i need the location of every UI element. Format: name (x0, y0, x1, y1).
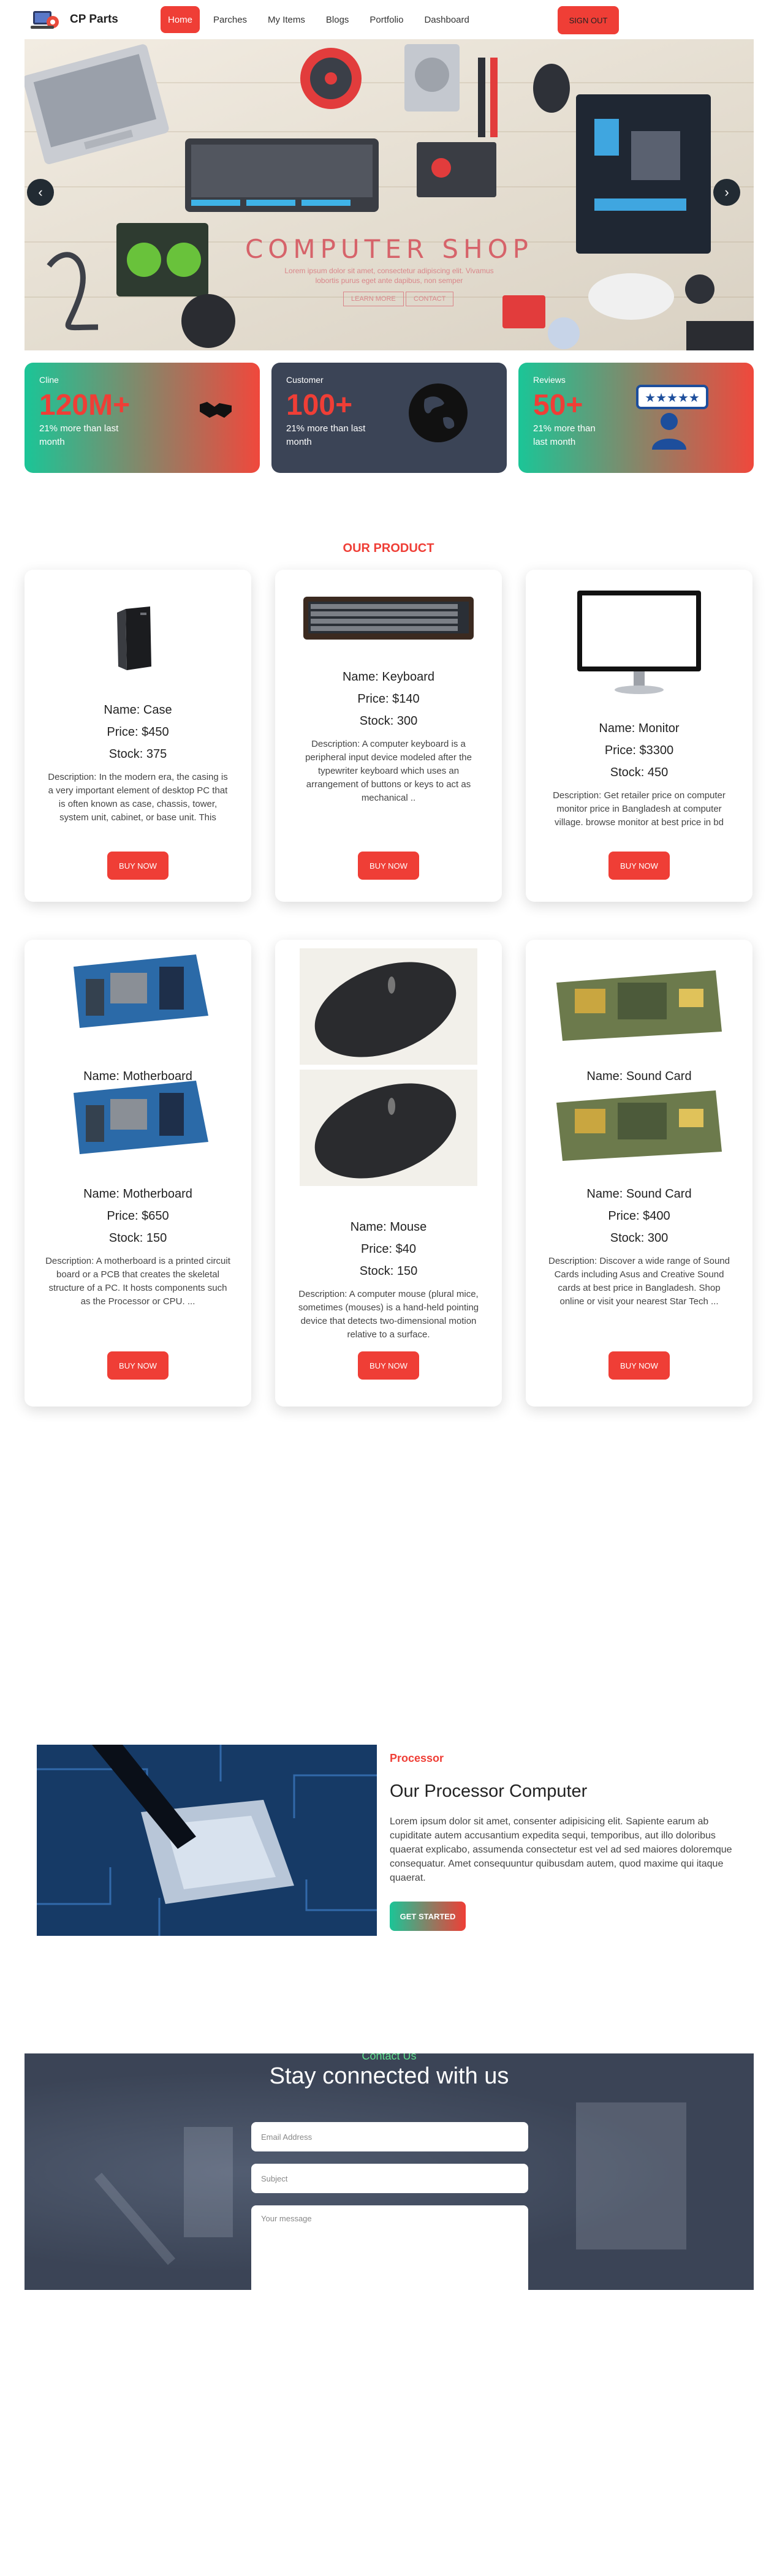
case-image (117, 606, 151, 670)
nav-menu: Home Parches My Items Blogs Portfolio Da… (161, 6, 477, 33)
products-title: OUR PRODUCT (343, 542, 434, 555)
learn-more-button[interactable]: LEARN MORE (343, 292, 404, 306)
product-stock: Stock: 150 (108, 1231, 167, 1245)
processor-text: Lorem ipsum dolor sit amet, consenter ad… (390, 1816, 732, 1883)
sign-out-button[interactable]: SIGN OUT (558, 6, 619, 34)
stat-label: Cline (39, 375, 59, 385)
product-card-monitor: Name: Monitor Price: $3300 Stock: 450 De… (526, 570, 752, 902)
contact-section: Contact Us Stay connected with us (25, 2053, 754, 2290)
product-card-keyboard: Name: Keyboard Price: $140 Stock: 300 De… (275, 570, 502, 902)
nav-item-parches[interactable]: Parches (206, 6, 254, 33)
product-card-sound-card: Name: Sound Card Name: Sound Card Price:… (526, 940, 752, 1407)
stat-card-cline: Cline 120M+ 21% more than last month (25, 363, 260, 473)
product-price: Price: $650 (107, 1209, 169, 1223)
email-field[interactable] (251, 2122, 528, 2151)
brand-name: CP Parts (70, 13, 118, 26)
carousel-next-button[interactable]: › (713, 179, 740, 206)
nav-item-my-items[interactable]: My Items (260, 6, 313, 33)
product-price: Price: $400 (608, 1209, 670, 1223)
product-card-motherboard: Name: Motherboard Name: Motherboard Pric… (25, 940, 251, 1407)
motherboard-image-1 (74, 954, 208, 1028)
message-field[interactable] (251, 2205, 528, 2290)
product-stock: Stock: 150 (359, 1264, 418, 1278)
hero-subtitle-line-1: Lorem ipsum dolor sit amet, consectetur … (284, 266, 494, 275)
buy-now-button[interactable]: BUY NOW (358, 852, 419, 880)
product-stock: Stock: 375 (108, 747, 167, 761)
nav-item-dashboard[interactable]: Dashboard (417, 6, 476, 33)
contact-tag: Contact Us (362, 2053, 417, 2062)
hero-subtitle: Lorem ipsum dolor sit amet, consectetur … (25, 266, 754, 285)
brand-logo-icon (29, 7, 61, 32)
product-price: Price: $3300 (604, 744, 674, 757)
stat-note: 21% more than last month (533, 423, 596, 447)
product-description: Description: Get retailer price on compu… (553, 790, 726, 828)
monitor-image (577, 591, 701, 694)
motherboard-image-2 (74, 1081, 208, 1154)
stat-card-reviews: Reviews 50+ 21% more than last month ★★★… (518, 363, 754, 473)
nav-item-home[interactable]: Home (161, 6, 200, 33)
subject-field[interactable] (251, 2164, 528, 2193)
contact-title: Stay connected with us (269, 2063, 509, 2089)
product-name-image-caption: Name: Sound Card (586, 1070, 692, 1083)
sound-card-image-1 (556, 970, 722, 1041)
processor-title: Our Processor Computer (390, 1781, 588, 1801)
product-price: Price: $140 (357, 692, 420, 706)
product-name: Name: Keyboard (342, 670, 435, 684)
product-description: Description: Discover a wide range of So… (548, 1256, 730, 1307)
mouse-image-1 (300, 948, 477, 1065)
product-price: Price: $40 (360, 1242, 417, 1256)
stat-note: 21% more than last month (39, 423, 119, 447)
svg-text:★★★★★: ★★★★★ (645, 390, 700, 405)
product-stock: Stock: 300 (359, 714, 418, 728)
hero-subtitle-line-2: lobortis purus eget ante dapibus, non se… (315, 276, 463, 285)
nav-item-portfolio[interactable]: Portfolio (362, 6, 411, 33)
keyboard-image (303, 597, 474, 640)
chevron-left-icon: ‹ (38, 184, 43, 200)
brand[interactable]: CP Parts (29, 7, 118, 32)
navbar: CP Parts Home Parches My Items Blogs Por… (0, 0, 777, 39)
sound-card-image-2 (556, 1090, 722, 1161)
product-description: Description: A computer mouse (plural mi… (298, 1289, 479, 1340)
product-name: Name: Sound Card (586, 1187, 692, 1201)
product-stock: Stock: 300 (610, 1231, 669, 1245)
product-price: Price: $450 (107, 725, 169, 739)
product-card-mouse: Name: Mouse Price: $40 Stock: 150 Descri… (275, 940, 502, 1407)
product-description: Description: In the modern era, the casi… (48, 772, 228, 823)
mouse-image-2 (300, 1070, 477, 1186)
hero-title: COMPUTER SHOP (244, 234, 534, 264)
stat-note: 21% more than last month (286, 423, 366, 447)
globe-icon (409, 383, 468, 442)
nav-item-blogs[interactable]: Blogs (319, 6, 357, 33)
hero-carousel: COMPUTER SHOP Lorem ipsum dolor sit amet… (25, 39, 754, 350)
processor-image (37, 1745, 377, 1936)
stat-card-customer: Customer 100+ 21% more than last month (271, 363, 507, 473)
product-stock: Stock: 450 (610, 766, 669, 779)
buy-now-button[interactable]: BUY NOW (608, 852, 670, 880)
buy-now-button[interactable]: BUY NOW (608, 1351, 670, 1380)
handshake-icon (200, 402, 232, 418)
chevron-right-icon: › (724, 184, 729, 200)
product-card-case: Name: Case Price: $450 Stock: 375 Descri… (25, 570, 251, 902)
product-name: Name: Motherboard (83, 1187, 192, 1201)
processor-tag: Processor (390, 1752, 444, 1764)
product-name: Name: Monitor (599, 722, 680, 735)
get-started-button[interactable]: GET STARTED (390, 1902, 466, 1931)
product-name: Name: Mouse (350, 1220, 427, 1234)
product-description: Description: A computer keyboard is a pe… (305, 739, 472, 803)
product-description: Description: A motherboard is a printed … (45, 1256, 230, 1307)
carousel-prev-button[interactable]: ‹ (27, 179, 54, 206)
buy-now-button[interactable]: BUY NOW (107, 1351, 169, 1380)
buy-now-button[interactable]: BUY NOW (107, 852, 169, 880)
product-name: Name: Case (104, 703, 172, 717)
review-icon: ★★★★★ (636, 385, 708, 450)
buy-now-button[interactable]: BUY NOW (358, 1351, 419, 1380)
contact-button[interactable]: CONTACT (406, 292, 454, 306)
